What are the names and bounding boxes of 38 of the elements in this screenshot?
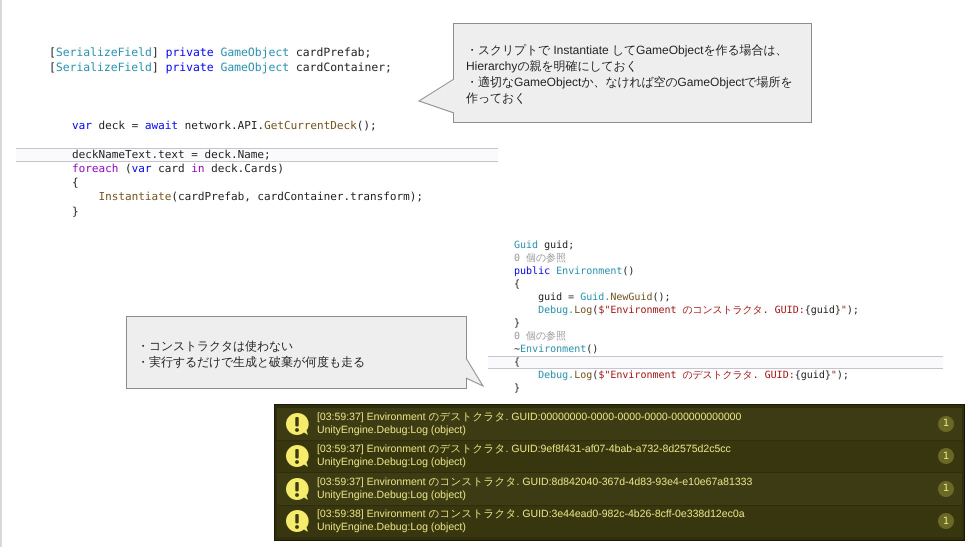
log-source: UnityEngine.Debug:Log (object) (317, 521, 467, 534)
log-message: [03:59:37] Environment のコンストラクタ. GUID:8d842040-367d-4d83-93e4-e10e67a81333 (317, 476, 754, 489)
count-badge: 1 (938, 480, 954, 497)
count-badge: 1 (938, 416, 954, 432)
code-line: guid = Guid.NewGuid(); (537, 291, 672, 304)
code-line: } (513, 382, 522, 395)
warning-icon (285, 412, 309, 436)
code-line: Debug.Log($"Environment のデストクラタ. GUID:{guid}"); (537, 369, 850, 382)
count-badge: 1 (938, 513, 954, 530)
log-source: UnityEngine.Debug:Log (object) (317, 424, 467, 437)
code-line: public Environment() (513, 265, 636, 278)
code-line: [SerializeField] private GameObject cardPrefab; (49, 45, 372, 60)
count-badge: 1 (938, 448, 954, 464)
log-message: [03:59:38] Environment のコンストラクタ. GUID:3e44ead0-982c-4b26-8cff-0e338d12ec0a (317, 508, 746, 522)
code-line: Debug.Log($"Environment のコンストラクタ. GUID:{guid}"); (537, 304, 860, 317)
log-source: UnityEngine.Debug:Log (object) (317, 488, 467, 502)
warning-icon (285, 444, 309, 468)
code-line: 0 個の参照 (513, 330, 568, 343)
code-line: } (513, 317, 522, 330)
log-message: [03:59:37] Environment のデストクラタ. GUID:00000000-0000-0000-0000-000000000000 (317, 410, 742, 424)
code-line: Guid guid; (513, 239, 576, 252)
callout-text: ・コンストラクタは使わない (137, 338, 294, 354)
code-line: foreach (var card in deck.Cards) (71, 162, 285, 176)
code-line: [SerializeField] private GameObject cardContainer; (49, 60, 392, 75)
callout-text: ・スクリプトで Instantiate してGameObjectを作る場合は、Hierarchyの親を明確にしておく (466, 42, 788, 74)
code-line: ~Environment() (513, 343, 600, 356)
callout-text: ・適切なGameObjectか、なければ空のGameObjectで場所を作っておく (466, 74, 794, 106)
callout-text: ・実行するだけで生成と破棄が何度も走る (137, 354, 366, 370)
code-line: { (513, 278, 522, 291)
warning-icon (285, 476, 309, 501)
log-message: [03:59:37] Environment のデストクラタ. GUID:9ef8f431-af07-4bab-a732-8d2575d2c5cc (317, 443, 732, 456)
code-line: 0 個の参照 (513, 252, 568, 265)
code-line: { (71, 176, 80, 190)
log-source: UnityEngine.Debug:Log (object) (317, 456, 467, 470)
code-line: Instantiate(cardPrefab, cardContainer.transform); (97, 190, 424, 205)
warning-icon (285, 509, 309, 534)
code-line: } (71, 204, 80, 220)
code-line: var deck = await network.API.GetCurrentDeck(); (71, 119, 378, 134)
